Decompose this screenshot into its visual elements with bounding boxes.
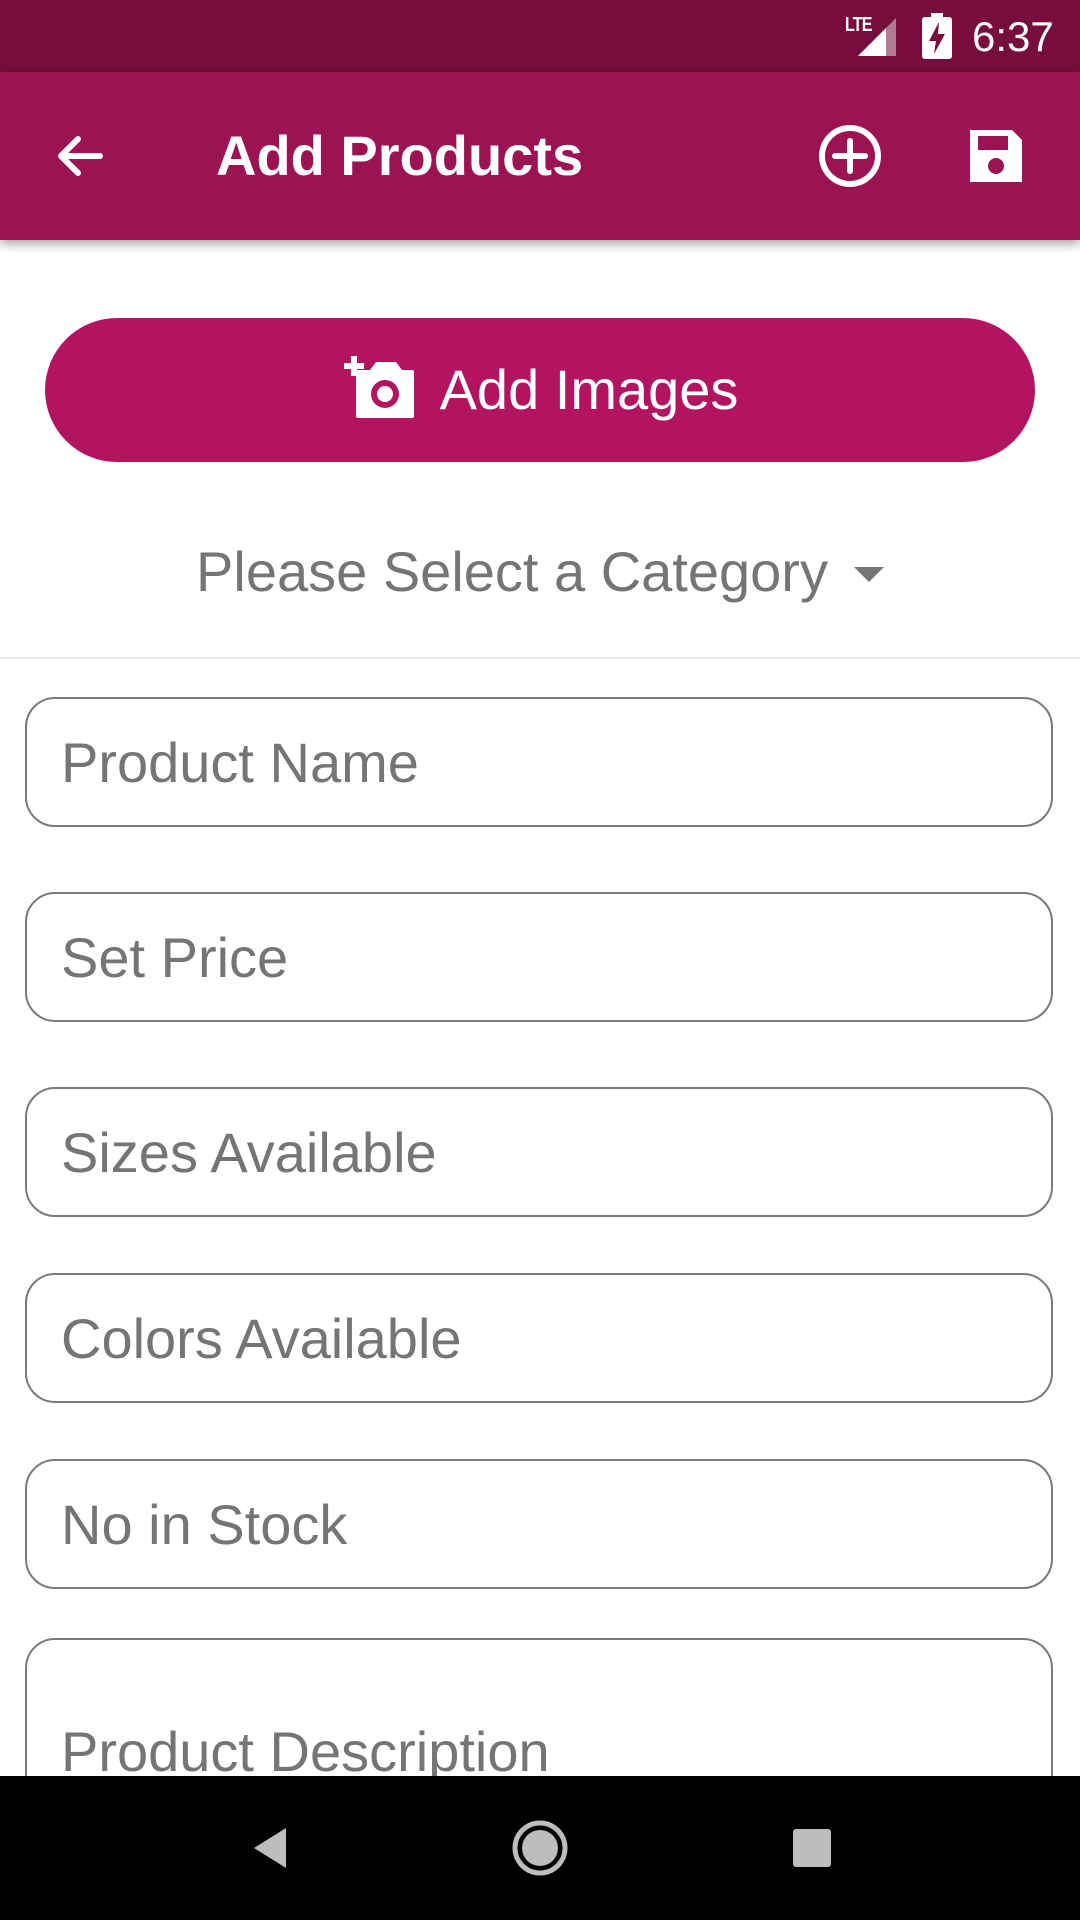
app-bar: Add Products	[0, 72, 1080, 240]
sizes-input[interactable]	[61, 1089, 1021, 1215]
battery-charging-icon	[922, 13, 952, 59]
dropdown-caret-icon	[853, 566, 884, 582]
colors-field	[25, 1273, 1053, 1403]
category-dropdown[interactable]: Please Select a Category	[0, 530, 1080, 614]
lte-signal-icon	[858, 18, 896, 56]
add-a-photo-icon	[343, 356, 414, 418]
sizes-field	[25, 1087, 1053, 1217]
nav-home-icon[interactable]	[508, 1816, 572, 1880]
divider	[0, 657, 1080, 659]
stock-input[interactable]	[61, 1461, 1021, 1587]
page-title: Add Products	[216, 124, 584, 187]
add-circle-icon[interactable]	[814, 120, 886, 192]
colors-input[interactable]	[61, 1275, 1021, 1401]
add-images-label: Add Images	[439, 358, 739, 421]
nav-recents-icon[interactable]	[780, 1816, 844, 1880]
nav-back-icon[interactable]	[240, 1816, 304, 1880]
add-products-screen: LTE 6:37 Add Products Add Images Please …	[0, 0, 1080, 1920]
arrow-back-icon[interactable]	[48, 124, 112, 188]
category-selected-value: Please Select a Category	[196, 540, 828, 603]
add-images-button[interactable]: Add Images	[45, 318, 1035, 462]
price-input[interactable]	[61, 894, 1021, 1020]
status-bar: LTE 6:37	[0, 0, 1080, 72]
system-navigation-bar	[0, 1776, 1080, 1920]
save-icon[interactable]	[960, 120, 1032, 192]
price-field	[25, 892, 1053, 1022]
clock: 6:37	[972, 13, 1054, 60]
stock-field	[25, 1459, 1053, 1589]
product-name-field	[25, 697, 1053, 827]
product-name-input[interactable]	[61, 699, 1021, 825]
